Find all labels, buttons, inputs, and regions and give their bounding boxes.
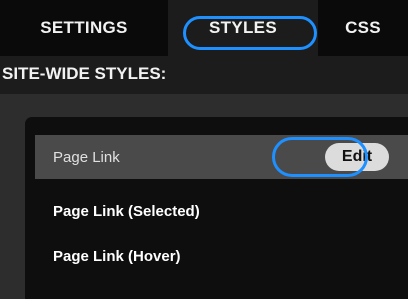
list-item-label: Page Link <box>53 148 120 166</box>
styles-list: Page Link Edit Page Link (Selected) Page… <box>25 117 408 299</box>
section-heading: SITE-WIDE STYLES: <box>0 56 408 94</box>
list-item-label: Page Link (Hover) <box>53 247 181 265</box>
list-item-page-link[interactable]: Page Link Edit <box>35 135 408 179</box>
styles-panel: SETTINGS STYLES CSS SITE-WIDE STYLES: Pa… <box>0 0 408 299</box>
tab-css[interactable]: CSS <box>318 0 408 56</box>
tab-bar: SETTINGS STYLES CSS <box>0 0 408 56</box>
page-background <box>408 0 418 299</box>
list-item-label: Page Link (Selected) <box>53 202 200 220</box>
list-item-page-link-selected[interactable]: Page Link (Selected) <box>35 189 408 233</box>
tab-styles[interactable]: STYLES <box>168 0 318 56</box>
edit-button[interactable]: Edit <box>325 143 389 171</box>
list-item-page-link-hover[interactable]: Page Link (Hover) <box>35 234 408 278</box>
tab-settings[interactable]: SETTINGS <box>0 0 168 56</box>
